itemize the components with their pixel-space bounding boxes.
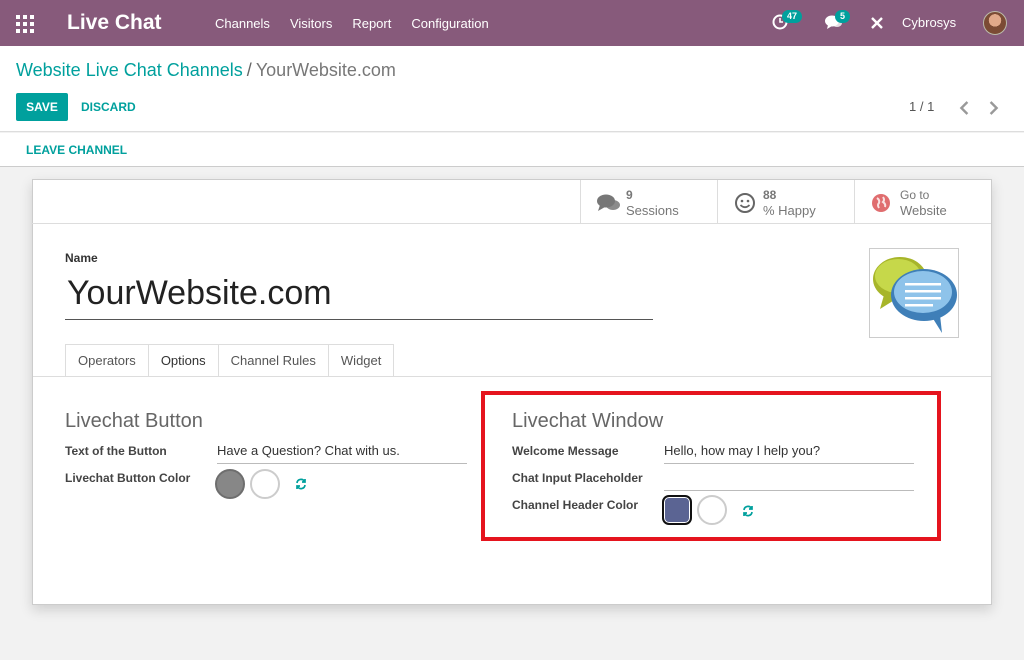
leave-channel-button[interactable]: LEAVE CHANNEL [26,143,127,157]
tools-icon [871,17,883,29]
red-highlight-box [481,391,941,541]
go-to-label: Go to [900,188,930,202]
reset-button-color-icon[interactable] [295,478,307,490]
debug-tools[interactable] [869,15,885,36]
messaging-menu[interactable]: 5 [825,10,851,35]
pager-value[interactable]: 1 / 1 [909,99,934,114]
button-text-color-swatch[interactable] [250,469,280,499]
stat-buttons: 9 Sessions 88 % Happy Go to Website [31,180,991,224]
pager-previous-icon[interactable] [959,100,971,116]
go-to-website-button[interactable]: Go to Website [854,180,991,224]
happy-value: 88 [763,188,777,202]
button-color-swatch[interactable] [215,469,245,499]
menu-channels[interactable]: Channels [215,16,270,31]
form-statusbar: LEAVE CHANNEL [0,133,1024,167]
breadcrumb-parent[interactable]: Website Live Chat Channels [16,60,243,80]
activity-count-badge: 47 [782,10,803,23]
menu-configuration[interactable]: Configuration [411,16,488,31]
livechat-button-title: Livechat Button [65,410,203,432]
website-label: Website [900,203,947,218]
tab-operators[interactable]: Operators [65,344,149,377]
tab-widget[interactable]: Widget [327,344,395,377]
name-label: Name [65,251,98,265]
sessions-stat-button[interactable]: 9 Sessions [580,180,717,224]
breadcrumb-separator: / [246,60,252,80]
top-navbar: Live Chat Channels Visitors Report Confi… [0,0,1024,46]
happy-stat-button[interactable]: 88 % Happy [717,180,854,224]
tab-options[interactable]: Options [147,344,219,377]
main-menu: Channels Visitors Report Configuration [215,16,509,31]
breadcrumb: Website Live Chat Channels / YourWebsite.c… [16,60,396,81]
comments-icon [597,194,620,211]
pager-next-icon[interactable] [987,100,999,116]
breadcrumb-current: YourWebsite.com [255,60,396,80]
menu-report[interactable]: Report [352,16,391,31]
messages-count-badge: 5 [835,10,851,23]
app-brand[interactable]: Live Chat [67,11,162,35]
button-text-input[interactable]: Have a Question? Chat with us. [217,442,467,464]
form-sheet: 9 Sessions 88 % Happy Go to Website Name… [31,179,992,605]
sessions-count: 9 [626,188,633,202]
activity-menu[interactable]: 47 [772,10,803,35]
apps-menu-icon[interactable] [16,15,34,33]
discard-button[interactable]: DISCARD [81,93,136,121]
smile-icon [735,193,755,213]
tab-divider [33,376,991,377]
globe-icon [872,194,890,212]
chat-logo-icon [873,257,957,333]
control-panel: Website Live Chat Channels / YourWebsite.c… [0,46,1024,132]
user-avatar[interactable] [983,11,1007,35]
button-text-label: Text of the Button [65,444,167,458]
name-input[interactable]: YourWebsite.com [65,272,653,320]
sessions-label: Sessions [626,203,679,218]
user-menu[interactable]: Cybrosys [902,15,956,30]
menu-visitors[interactable]: Visitors [290,16,332,31]
tab-channel-rules[interactable]: Channel Rules [217,344,329,377]
notebook-tabs: Operators Options Channel Rules Widget [65,344,395,377]
button-color-label: Livechat Button Color [65,471,191,485]
save-button[interactable]: SAVE [16,93,68,121]
channel-image[interactable] [869,248,959,338]
happy-label: % Happy [763,203,816,218]
